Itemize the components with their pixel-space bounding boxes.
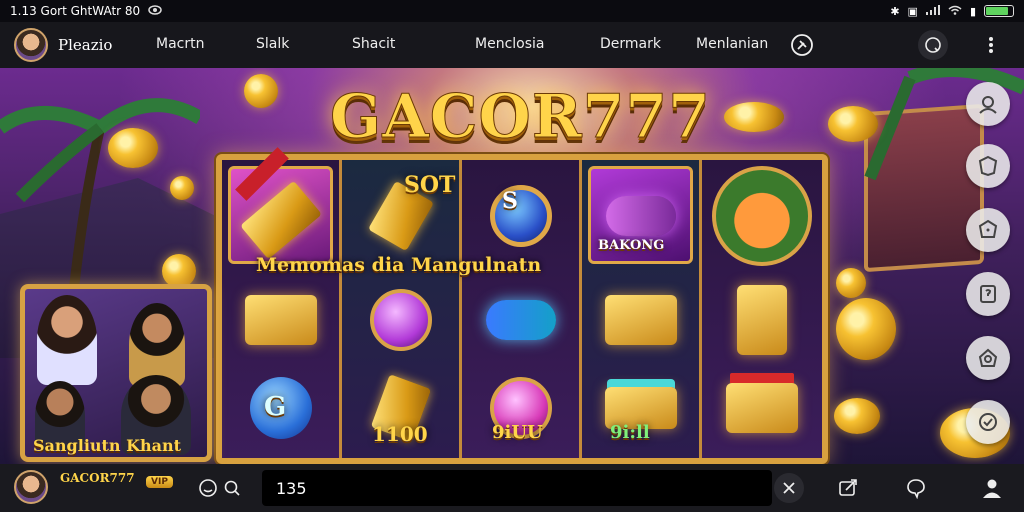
wifi-icon (948, 5, 962, 18)
close-icon[interactable] (774, 473, 804, 503)
more-menu-icon[interactable] (978, 32, 1004, 58)
coin-icon (836, 268, 866, 298)
orb-letter: G (264, 392, 287, 422)
reel-label-2: 1100 (372, 422, 428, 446)
compass-icon[interactable] (789, 32, 815, 58)
ray-gun-icon (479, 278, 563, 362)
coin-icon (162, 254, 196, 288)
status-bar: 1.13 Gort GhtWAtr 80 ✱ ▣ ▮ (0, 0, 1024, 22)
eye-icon (148, 4, 162, 18)
coin-icon (170, 176, 194, 200)
token-letter: S (502, 188, 518, 214)
coin-icon (828, 106, 878, 142)
gift-side-button[interactable] (966, 336, 1010, 380)
fox-wild-icon (712, 166, 812, 266)
token-icon (479, 174, 563, 258)
message-icon[interactable] (902, 474, 930, 502)
vip-badge: VIP (146, 476, 173, 488)
avatar[interactable] (14, 28, 48, 62)
treasure-chest-icon (599, 278, 683, 362)
top-nav: Pleazio Macrtn Slalk Shacit Menclosia De… (0, 22, 1024, 68)
gold-box-icon (239, 278, 323, 362)
signal-icon (925, 4, 940, 18)
reel-overlay-text: Memomas dia Mangulnatn (256, 254, 542, 276)
info-side-button[interactable] (966, 208, 1010, 252)
nav-item-2[interactable]: Slalk (256, 36, 289, 52)
reel-2[interactable]: SOT 1100 (342, 160, 462, 458)
username: GACOR777 (60, 471, 135, 485)
purple-gem-icon (359, 278, 443, 362)
battery-level (986, 7, 1008, 15)
coin-icon (724, 102, 784, 132)
nav-item-3[interactable]: Shacit (352, 36, 395, 52)
share-icon[interactable] (834, 474, 862, 502)
promo-card[interactable]: Sangliutn Khant (20, 284, 212, 462)
nav-item-6[interactable]: Menlanian (696, 36, 768, 52)
golden-pillar-icon (720, 278, 804, 362)
signal-bars-icon: ▮ (969, 4, 976, 18)
slot-reels[interactable]: G SOT 1100 S 9iUU BAKONG 9i:ll (216, 154, 828, 464)
nav-item-5[interactable]: Dermark (600, 36, 661, 52)
character-portrait (37, 295, 97, 385)
reel-label-3: 9iUU (492, 422, 543, 443)
account-icon[interactable] (978, 474, 1006, 502)
reel-label-bakong: BAKONG (598, 238, 665, 253)
brand-name[interactable]: Pleazio (58, 36, 128, 54)
battery-icon (984, 5, 1014, 17)
game-title: GACOR777 (330, 82, 711, 153)
shield-side-button[interactable] (966, 144, 1010, 188)
sim-icon: ▣ (907, 4, 918, 18)
reel-1[interactable]: G (222, 160, 342, 458)
coin-icon (836, 298, 896, 360)
game-scene[interactable]: GACOR777 G SOT 1100 S 9iUU BAKONG 9i:ll … (0, 68, 1024, 464)
nav-item-1[interactable]: Macrtn (156, 36, 204, 52)
nav-item-4[interactable]: Menclosia (475, 36, 544, 52)
reel-5[interactable] (702, 160, 822, 458)
user-avatar[interactable] (14, 470, 48, 504)
reel-3[interactable]: S 9iUU (462, 160, 582, 458)
promo-card-label: Sangliutn Khant (33, 436, 182, 455)
coin-icon (834, 398, 880, 434)
reel-4[interactable]: BAKONG 9i:ll (582, 160, 702, 458)
search-icon[interactable] (218, 474, 246, 502)
coin-icon (244, 74, 278, 108)
help-side-button[interactable] (966, 272, 1010, 316)
chat-input[interactable] (262, 470, 772, 506)
treasure-pot-icon (720, 366, 804, 450)
reel-label-sot: SOT (404, 172, 456, 198)
reel-label-4: 9i:ll (610, 422, 650, 443)
profile-side-button[interactable] (966, 82, 1010, 126)
settings-side-button[interactable] (966, 400, 1010, 444)
status-text: 1.13 Gort GhtWAtr 80 (10, 4, 141, 18)
chat-icon[interactable] (918, 30, 948, 60)
bottom-bar: GACOR777 VIP (0, 464, 1024, 512)
coin-icon (108, 128, 158, 168)
bluetooth-icon: ✱ (890, 4, 900, 18)
